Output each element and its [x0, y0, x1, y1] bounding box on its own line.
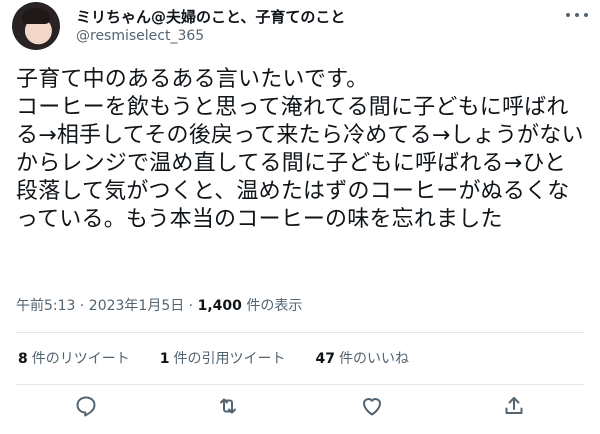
tweet: ミリちゃん@夫婦のこと、子育てのこと @resmiselect_365 子育て中… [0, 0, 600, 434]
retweet-icon[interactable] [216, 394, 240, 418]
quotes-label: 件の引用ツイート [173, 351, 286, 367]
divider [16, 332, 584, 333]
quotes-count: 1 [159, 351, 170, 367]
like-icon[interactable] [360, 394, 384, 418]
tweet-meta: 午前5:13 · 2023年1月5日 · 1,400 件の表示 [16, 295, 302, 315]
reply-icon[interactable] [74, 394, 98, 418]
views-count: 1,400 [197, 298, 242, 314]
retweets-stat[interactable]: 8 件のリツイート [18, 348, 130, 368]
tweet-text: 子育て中のあるある言いたいです。 コーヒーを飲もうと思って淹れてる間に子どもに呼… [16, 67, 584, 232]
more-icon[interactable] [566, 6, 588, 24]
retweets-count: 8 [18, 351, 28, 367]
likes-count: 47 [315, 351, 335, 367]
handle[interactable]: @resmiselect_365 [76, 28, 204, 44]
likes-stat[interactable]: 47 件のいいね [316, 348, 409, 368]
divider [16, 384, 584, 385]
tweet-stats: 8 件のリツイート 1 件の引用ツイート 47 件のいいね [18, 348, 439, 368]
views-label: 件の表示 [241, 298, 303, 314]
avatar[interactable] [12, 2, 60, 50]
likes-label: 件のいいね [338, 351, 409, 367]
quotes-stat[interactable]: 1 件の引用ツイート [160, 348, 286, 368]
action-bar [0, 390, 600, 422]
tweet-time[interactable]: 午前5:13 · 2023年1月5日 · [16, 298, 198, 314]
share-icon[interactable] [502, 394, 526, 418]
display-name[interactable]: ミリちゃん@夫婦のこと、子育てのこと [76, 6, 345, 27]
retweets-label: 件のリツイート [31, 351, 130, 367]
